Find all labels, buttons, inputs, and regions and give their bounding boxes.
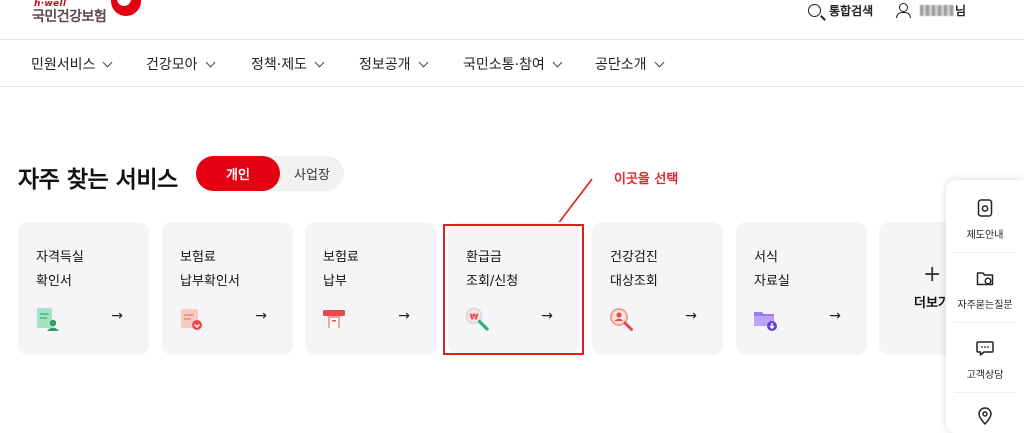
highlight-box bbox=[443, 224, 584, 355]
card-label: 자격득실 확인서 bbox=[36, 250, 84, 289]
service-card-forms[interactable]: 서식 자료실 → bbox=[736, 222, 867, 355]
card-label: 건강검진 대상조회 bbox=[610, 250, 658, 289]
quick-label: 고객상담 bbox=[966, 370, 1004, 381]
annotation-text: 이곳을 선택 bbox=[614, 172, 679, 187]
search-icon bbox=[808, 3, 821, 17]
service-card-payment-certificate[interactable]: 보험료 납부확인서 → bbox=[162, 222, 293, 355]
nav-label: 민원서비스 bbox=[31, 57, 96, 73]
nav-item-civil-service[interactable]: 민원서비스 bbox=[31, 54, 113, 74]
chevron-down-icon bbox=[102, 57, 113, 67]
chevron-down-icon bbox=[418, 57, 428, 67]
user-name-suffix: 님 bbox=[955, 3, 967, 18]
quick-item-consultation[interactable]: 고객상담 bbox=[946, 338, 1024, 381]
arrow-right-icon: → bbox=[829, 308, 841, 324]
quick-divider bbox=[954, 392, 1016, 393]
faq-folder-icon bbox=[976, 272, 994, 286]
plus-icon: + bbox=[923, 262, 942, 287]
nav-label: 공단소개 bbox=[595, 57, 647, 73]
payment-certificate-icon bbox=[181, 309, 202, 330]
service-card-health-checkup[interactable]: 건강검진 대상조회 → bbox=[592, 222, 723, 355]
quick-menu: 제도안내 자주묻는질문 고객상담 bbox=[946, 180, 1024, 433]
chevron-down-icon bbox=[552, 57, 563, 67]
chevron-down-icon bbox=[205, 57, 215, 67]
chevron-down-icon bbox=[654, 57, 664, 67]
arrow-right-icon: → bbox=[255, 308, 267, 324]
chevron-down-icon bbox=[314, 57, 325, 67]
logo-mark-icon bbox=[111, 0, 141, 16]
user-icon bbox=[896, 2, 911, 18]
quick-item-system-guide[interactable]: 제도안내 bbox=[946, 198, 1024, 241]
nav-item-participation[interactable]: 국민소통·참여 bbox=[463, 54, 563, 74]
main-nav: 민원서비스 건강모아 정책·제도 정보공개 국민소통·참여 공단소개 bbox=[0, 40, 1024, 86]
tab-business[interactable]: 사업장 bbox=[280, 156, 344, 191]
arrow-right-icon: → bbox=[398, 308, 410, 324]
quick-label: 제도안내 bbox=[966, 230, 1004, 241]
service-type-toggle: 개인 사업장 bbox=[196, 156, 344, 191]
nav-label: 정책·제도 bbox=[251, 57, 307, 73]
folder-download-icon bbox=[754, 312, 777, 331]
nav-label: 건강모아 bbox=[146, 57, 198, 73]
card-payment-icon bbox=[323, 310, 345, 328]
nav-label: 정보공개 bbox=[359, 57, 411, 73]
card-label: 보험료 납부 bbox=[323, 250, 359, 289]
location-pin-icon bbox=[978, 407, 992, 425]
nav-item-health-moa[interactable]: 건강모아 bbox=[146, 54, 215, 74]
nav-label: 국민소통·참여 bbox=[463, 57, 545, 73]
nav-item-about[interactable]: 공단소개 bbox=[595, 54, 664, 74]
quick-item-location[interactable] bbox=[946, 406, 1024, 426]
quick-label: 자주묻는질문 bbox=[957, 300, 1013, 311]
logo-text: 국민건강보험 bbox=[32, 9, 107, 25]
certificate-person-icon bbox=[37, 308, 59, 331]
card-label: 보험료 납부확인서 bbox=[180, 250, 240, 289]
quick-divider bbox=[954, 322, 1016, 323]
arrow-right-icon: → bbox=[685, 308, 697, 324]
nav-item-policy[interactable]: 정책·제도 bbox=[251, 54, 325, 74]
user-menu[interactable]: 님 bbox=[896, 0, 966, 20]
section-title: 자주 찾는 서비스 bbox=[18, 167, 178, 193]
quick-divider bbox=[954, 252, 1016, 253]
nav-divider bbox=[0, 86, 1024, 87]
blurred-user-name bbox=[920, 4, 954, 16]
tab-individual[interactable]: 개인 bbox=[196, 156, 280, 191]
person-search-icon bbox=[610, 308, 633, 331]
more-label: 더보기 bbox=[914, 296, 950, 311]
chat-bubble-icon bbox=[976, 341, 994, 356]
nav-item-info-disclosure[interactable]: 정보공개 bbox=[359, 54, 428, 74]
card-label: 서식 자료실 bbox=[754, 250, 790, 289]
document-icon bbox=[977, 199, 993, 217]
service-card-eligibility[interactable]: 자격득실 확인서 → bbox=[18, 222, 149, 355]
search-label: 통합검색 bbox=[829, 3, 874, 18]
integrated-search-button[interactable]: 통합검색 bbox=[808, 0, 873, 20]
quick-item-faq[interactable]: 자주묻는질문 bbox=[946, 268, 1024, 311]
service-card-premium-payment[interactable]: 보험료 납부 → bbox=[305, 222, 436, 355]
arrow-right-icon: → bbox=[111, 308, 123, 324]
